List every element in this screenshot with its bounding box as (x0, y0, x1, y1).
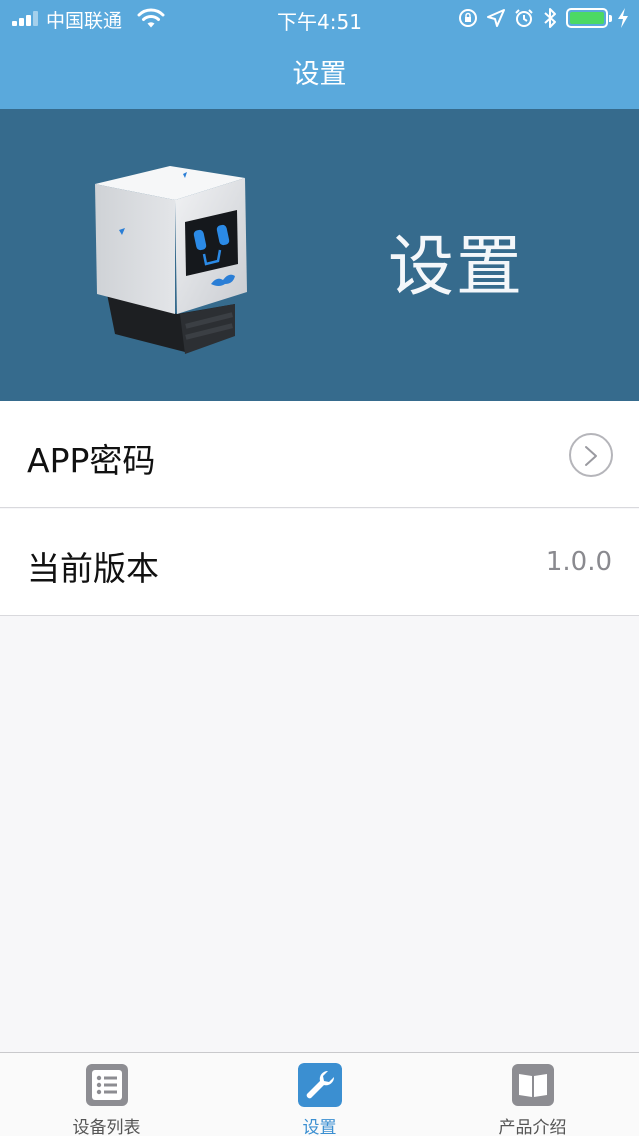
wrench-icon (297, 1063, 342, 1107)
tab-device-list-label: 设备列表 (72, 1118, 141, 1136)
app-password-row[interactable]: APP密码 (0, 401, 639, 508)
settings-banner: 设置 (0, 109, 639, 401)
current-version-row: 当前版本 1.0.0 (0, 509, 639, 616)
status-bar: 中国联通 下午4:51 (0, 0, 639, 36)
app-password-label: APP密码 (27, 441, 156, 480)
list-icon (85, 1064, 128, 1106)
book-icon (511, 1064, 554, 1106)
tab-bar: 设备列表 设置 产品介绍 (0, 1052, 639, 1136)
tab-settings-label: 设置 (302, 1118, 337, 1136)
orientation-lock-icon (459, 9, 477, 27)
bluetooth-icon (544, 8, 556, 28)
alarm-icon (515, 9, 533, 27)
current-version-label: 当前版本 (27, 549, 159, 588)
chevron-right-circle-icon[interactable] (569, 433, 613, 477)
robot-mascot-image (95, 166, 247, 354)
battery-icon (566, 8, 612, 28)
banner-title: 设置 (388, 228, 524, 305)
tab-product-intro[interactable]: 产品介绍 (426, 1053, 639, 1136)
tab-settings[interactable]: 设置 (213, 1053, 426, 1136)
status-icons (458, 6, 629, 30)
location-arrow-icon (487, 9, 505, 27)
settings-screen: 中国联通 下午4:51 设置 设置 APP密码 当前版本 1.0.0 设备列表 … (0, 0, 639, 1136)
nav-title: 设置 (292, 59, 347, 90)
charging-bolt-icon (618, 8, 628, 28)
tab-product-intro-label: 产品介绍 (498, 1118, 567, 1136)
tab-device-list[interactable]: 设备列表 (0, 1053, 213, 1136)
top-bar: 中国联通 下午4:51 设置 (0, 0, 639, 109)
version-value: 1.0.0 (545, 547, 612, 577)
